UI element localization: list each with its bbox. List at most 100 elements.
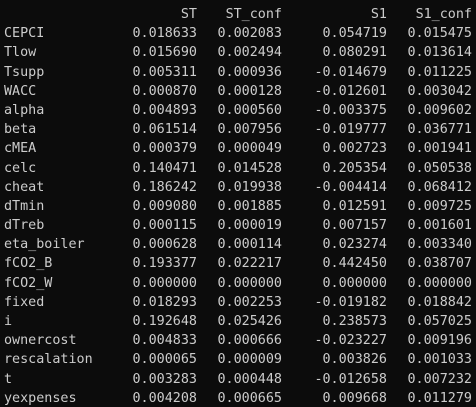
cell-st-conf: 0.000049 xyxy=(217,141,283,157)
cell-st: 0.193377 xyxy=(132,256,198,272)
cell-st: 0.009080 xyxy=(132,198,198,214)
cell-s1: -0.012658 xyxy=(314,371,387,387)
cell-st: 0.004833 xyxy=(132,333,198,349)
cell-st: 0.000870 xyxy=(132,83,198,99)
table-row: rescalation 0.000065 0.000009 0.003826 0.001… xyxy=(4,350,472,369)
cell-s1-conf: 0.003340 xyxy=(407,237,473,253)
table-row: ownercost 0.004833 0.000666 -0.023227 0.0091… xyxy=(4,331,472,350)
cell-s1-conf: 0.001601 xyxy=(407,218,473,234)
cell-s1: -0.019182 xyxy=(314,294,387,310)
cell-st-conf: 0.000560 xyxy=(217,102,283,118)
cell-st: 0.000065 xyxy=(132,352,198,368)
row-label: cheat xyxy=(4,179,45,195)
table-row: celc 0.140471 0.014528 0.205354 0.050538 xyxy=(4,159,472,178)
header-s1-conf: S1_conf xyxy=(415,7,472,22)
cell-s1-conf: 0.057025 xyxy=(407,314,473,329)
table-row: CEPCI 0.018633 0.002083 0.054719 0.015475 xyxy=(4,24,472,43)
cell-s1: 0.205354 xyxy=(322,160,388,176)
row-label: beta xyxy=(4,122,37,138)
cell-s1: 0.009668 xyxy=(322,390,388,406)
cell-s1: 0.238573 xyxy=(322,314,388,329)
cell-s1-conf: 0.001941 xyxy=(407,141,473,157)
cell-st-conf: 0.000000 xyxy=(217,275,283,291)
row-label: WACC xyxy=(4,83,37,99)
terminal-output: ST ST_conf S1 S1_conf CEPCI 0.018633 0.002… xyxy=(0,0,476,407)
cell-st-conf: 0.019938 xyxy=(217,179,283,195)
cell-s1: -0.003375 xyxy=(314,102,387,118)
cell-s1-conf: 0.068412 xyxy=(407,179,473,195)
table-row: beta 0.061514 0.007956 -0.019777 0.036771 xyxy=(4,120,472,139)
cell-s1-conf: 0.001033 xyxy=(407,352,473,368)
table-row: fCO2_B 0.193377 0.022217 0.442450 0.038707 xyxy=(4,254,472,273)
cell-s1-conf: 0.050538 xyxy=(407,160,473,176)
table-row: yexpenses 0.004208 0.000665 0.009668 0.01127… xyxy=(4,389,472,407)
table-row: WACC 0.000870 0.000128 -0.012601 0.003042 xyxy=(4,82,472,101)
table-row: dTmin 0.009080 0.001885 0.012591 0.009725 xyxy=(4,197,472,216)
cell-st: 0.186242 xyxy=(132,179,198,195)
table-row: t 0.003283 0.000448 -0.012658 0.007232 xyxy=(4,370,472,389)
cell-s1: 0.080291 xyxy=(322,45,388,61)
table-row: fixed 0.018293 0.002253 -0.019182 0.018842 xyxy=(4,293,472,312)
cell-st-conf: 0.000666 xyxy=(217,333,283,349)
cell-s1-conf: 0.011225 xyxy=(407,64,473,80)
results-table: ST ST_conf S1 S1_conf CEPCI 0.018633 0.002… xyxy=(4,5,472,407)
cell-st-conf: 0.000019 xyxy=(217,218,283,234)
cell-s1: 0.007157 xyxy=(322,218,388,234)
row-label: fixed xyxy=(4,294,45,310)
header-s1: S1 xyxy=(370,7,387,22)
cell-st-conf: 0.002494 xyxy=(217,45,283,61)
cell-st: 0.004208 xyxy=(132,390,198,406)
row-label: celc xyxy=(4,160,37,176)
cell-s1: 0.023274 xyxy=(322,237,388,253)
row-label: dTmin xyxy=(4,198,45,214)
cell-s1: 0.054719 xyxy=(322,26,388,42)
cell-st: 0.004893 xyxy=(132,102,198,118)
cell-st: 0.000115 xyxy=(132,218,198,234)
cell-s1: 0.442450 xyxy=(322,256,388,272)
table-row: fCO2_W 0.000000 0.000000 0.000000 0.000000 xyxy=(4,274,472,293)
row-label: ownercost xyxy=(4,333,77,349)
cell-s1-conf: 0.009602 xyxy=(407,102,473,118)
cell-st-conf: 0.000665 xyxy=(217,390,283,406)
cell-s1: -0.004414 xyxy=(314,179,387,195)
cell-s1-conf: 0.000000 xyxy=(407,275,473,291)
row-label: CEPCI xyxy=(4,26,45,42)
cell-st: 0.018633 xyxy=(132,26,198,42)
header-st-conf: ST_conf xyxy=(225,7,282,22)
cell-st-conf: 0.022217 xyxy=(217,256,283,272)
row-label: alpha xyxy=(4,102,45,118)
header-row: ST ST_conf S1 S1_conf xyxy=(4,5,472,24)
cell-s1: -0.019777 xyxy=(314,122,387,138)
table-row: i 0.192648 0.025426 0.238573 0.057025 xyxy=(4,312,472,331)
cell-s1-conf: 0.011279 xyxy=(407,390,473,406)
cell-st-conf: 0.001885 xyxy=(217,198,283,214)
row-label: dTreb xyxy=(4,218,45,234)
cell-s1: -0.023227 xyxy=(314,333,387,349)
row-label: Tsupp xyxy=(4,64,45,80)
cell-st: 0.000628 xyxy=(132,237,198,253)
row-label: rescalation xyxy=(4,352,93,368)
cell-st-conf: 0.025426 xyxy=(217,314,283,329)
cell-st-conf: 0.000128 xyxy=(217,83,283,99)
cell-st: 0.061514 xyxy=(132,122,198,138)
row-label: cMEA xyxy=(4,141,37,157)
table-row: Tlow 0.015690 0.002494 0.080291 0.013614 xyxy=(4,43,472,62)
row-label: t xyxy=(4,371,13,387)
cell-s1-conf: 0.015475 xyxy=(407,26,473,42)
row-label: yexpenses xyxy=(4,390,77,406)
cell-s1: 0.012591 xyxy=(322,198,388,214)
cell-st: 0.140471 xyxy=(132,160,198,176)
table-row: alpha 0.004893 0.000560 -0.003375 0.009602 xyxy=(4,101,472,120)
header-st: ST xyxy=(180,7,197,22)
cell-st-conf: 0.014528 xyxy=(217,160,283,176)
cell-st: 0.000000 xyxy=(132,275,198,291)
table-row: dTreb 0.000115 0.000019 0.007157 0.001601 xyxy=(4,216,472,235)
cell-st: 0.000379 xyxy=(132,141,198,157)
row-label: eta_boiler xyxy=(4,237,85,253)
row-label: Tlow xyxy=(4,45,37,61)
cell-st-conf: 0.000448 xyxy=(217,371,283,387)
cell-s1: 0.003826 xyxy=(322,352,388,368)
cell-s1-conf: 0.036771 xyxy=(407,122,473,138)
cell-s1: 0.002723 xyxy=(322,141,388,157)
cell-st: 0.005311 xyxy=(132,64,198,80)
